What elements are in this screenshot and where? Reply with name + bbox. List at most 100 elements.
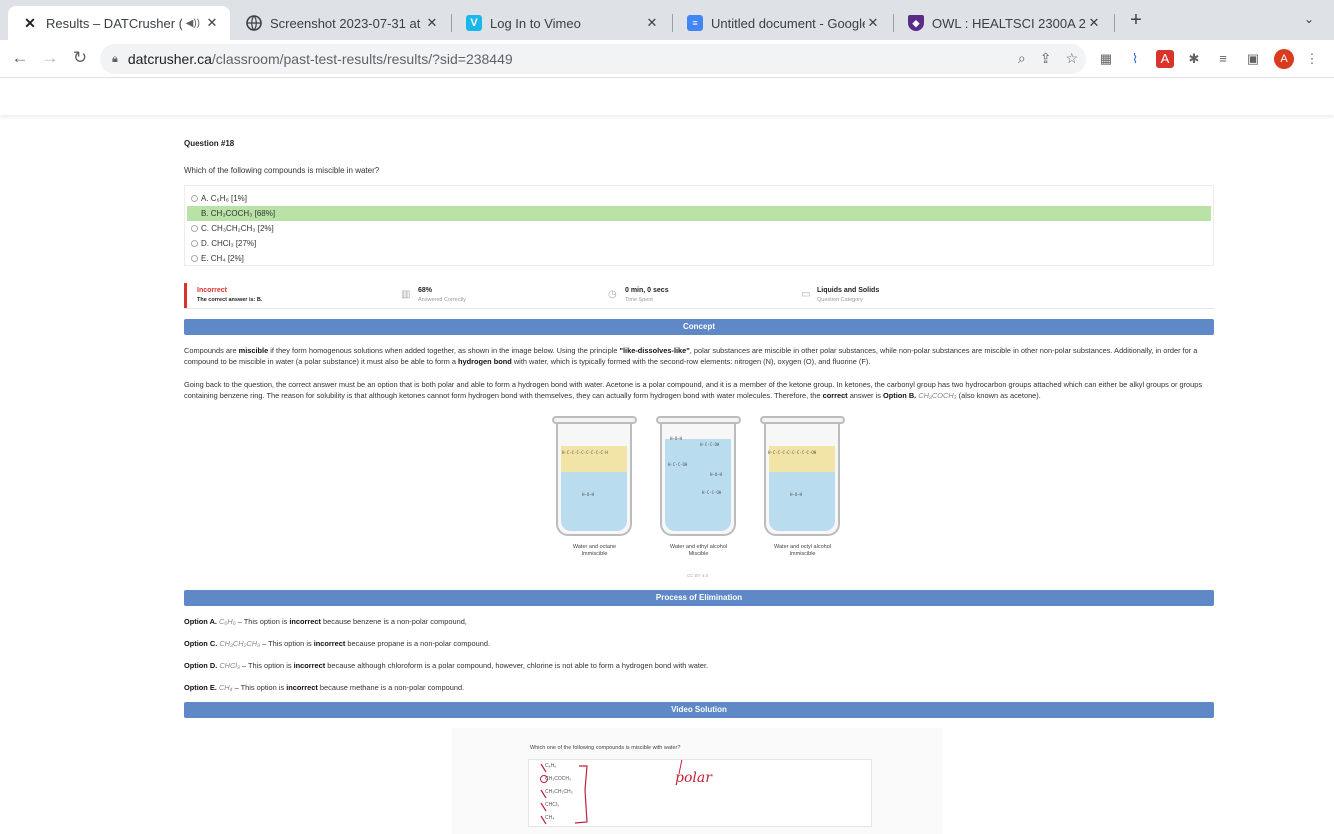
- result-stats: Incorrect The correct answer is: B. ▥ 68…: [184, 283, 1214, 309]
- percent-stat: 68% Answered Correctly: [418, 287, 466, 303]
- question-text: Which of the following compounds is misc…: [184, 166, 380, 175]
- extensions-puzzle-icon[interactable]: ✱: [1185, 50, 1203, 68]
- speaker-icon: ◀)): [185, 17, 200, 29]
- calculator-extension-icon[interactable]: ▦: [1097, 50, 1115, 68]
- tab-title: Log In to Vimeo: [490, 15, 581, 31]
- option-d[interactable]: D. CHCl₃ [27%]: [187, 236, 1211, 251]
- elimination-item: Option A. C₆H₆ – This option is incorrec…: [184, 617, 467, 626]
- close-tab-icon[interactable]: ✕: [644, 15, 660, 31]
- correct-answer-text: The correct answer is: B.: [197, 297, 263, 303]
- water-molecule: H—O—H: [670, 436, 683, 441]
- radio-button[interactable]: [191, 225, 198, 232]
- forward-arrow-icon[interactable]: →: [40, 48, 60, 68]
- tab-vimeo[interactable]: V Log In to Vimeo ✕: [452, 6, 670, 40]
- text-run: (also known as acetone).: [956, 391, 1041, 400]
- question-number: Question #18: [184, 139, 235, 148]
- close-tab-icon[interactable]: ✕: [204, 15, 220, 31]
- incorrect-marker: [184, 283, 187, 308]
- elimination-item: Option C. CH₃CH₂CH₃ – This option is inc…: [184, 639, 490, 648]
- pdf-extension-icon[interactable]: A: [1156, 50, 1174, 68]
- handwritten-note: polar: [675, 770, 712, 786]
- new-tab-icon[interactable]: +: [1124, 9, 1148, 32]
- category-label: Question Category: [817, 297, 863, 303]
- caption-line: Immiscible: [581, 551, 608, 557]
- tab-search-chevron-icon[interactable]: ⌄: [1304, 12, 1314, 26]
- profile-avatar[interactable]: A: [1274, 49, 1294, 69]
- tab-owl[interactable]: ◆ OWL : HEALTSCI 2300A 200 S ✕: [894, 6, 1112, 40]
- tab-datcrusher[interactable]: ✕ Results – DATCrusher (Can ◀)) ✕: [8, 6, 230, 40]
- license-label: CC BY 4.0: [687, 573, 709, 578]
- text-run: because propane is a non-polar compound.: [345, 639, 490, 648]
- url-host: datcrusher.ca: [127, 51, 212, 67]
- text-run: because methane is a non-polar compound.: [317, 683, 465, 692]
- radio-button[interactable]: [191, 195, 198, 202]
- beaker-rim: [552, 416, 637, 424]
- close-tab-icon[interactable]: ✕: [424, 15, 440, 31]
- reload-icon[interactable]: ↻: [70, 48, 90, 68]
- concept-paragraph-2: Going back to the question, the correct …: [184, 379, 1214, 401]
- octanol-molecule: H-C-C-C-C-C-C-C-C-OH: [768, 450, 817, 455]
- time-value: 0 min, 0 secs: [625, 287, 669, 294]
- text-run: if they form homogenous solutions when a…: [268, 346, 620, 355]
- side-panel-icon[interactable]: ▣: [1244, 50, 1262, 68]
- option-e[interactable]: E. CH₄ [2%]: [187, 251, 1211, 266]
- beaker-rim: [656, 416, 741, 424]
- tab-title: Results – DATCrusher (Can: [46, 15, 182, 31]
- text-run: CH₃CH₂CH₃: [219, 639, 261, 648]
- option-a[interactable]: A. C₆H₆ [1%]: [187, 191, 1211, 206]
- caption-line: Water and ethyl alcohol: [669, 544, 728, 550]
- elimination-banner: Process of Elimination: [184, 590, 1214, 606]
- water-layer: [769, 467, 835, 531]
- beaker-caption: Water and ethyl alcohol Miscible: [656, 544, 741, 558]
- text-run: Going back to the question, the correct …: [184, 380, 1203, 400]
- address-bar[interactable]: 🔒︎ datcrusher.ca/classroom/past-test-res…: [100, 44, 1086, 74]
- radio-button[interactable]: [191, 240, 198, 247]
- text-run: – This option is: [260, 639, 314, 648]
- text-run: incorrect: [313, 639, 346, 648]
- concept-paragraph-1: Compounds are miscible if they form homo…: [184, 345, 1214, 367]
- radio-button[interactable]: [191, 255, 198, 262]
- close-tab-icon[interactable]: ✕: [865, 15, 881, 31]
- beaker-glass: H-C-C-C-C-C-C-C-C-OH H—O—H: [764, 420, 840, 536]
- google-docs-icon: ≡: [687, 15, 703, 31]
- text-run: CHCl₃: [219, 661, 240, 670]
- octane-molecule: H-C-C-C-C-C-C-C-C-H: [562, 450, 608, 455]
- share-icon[interactable]: ⇪: [1040, 50, 1052, 67]
- text-run: correct: [822, 391, 848, 400]
- video-player[interactable]: Which one of the following compounds is …: [452, 728, 942, 834]
- tab-google-docs[interactable]: ≡ Untitled document - Google Do ✕: [673, 6, 891, 40]
- calendar-icon: ▭: [801, 289, 811, 300]
- percent-label: Answered Correctly: [418, 297, 466, 303]
- text-run: answer is: [847, 391, 883, 400]
- option-b[interactable]: B. CH₃COCH₃ [68%]: [187, 206, 1211, 221]
- globe-icon: [246, 15, 262, 31]
- text-run: "like-dissolves-like": [619, 346, 690, 355]
- tab-title: Screenshot 2023-07-31 at 5.0: [270, 15, 424, 31]
- text-run: CH₃COCH₃: [916, 391, 957, 400]
- zoom-icon[interactable]: ⌕: [1018, 50, 1026, 67]
- text-run: – This option is: [239, 661, 294, 670]
- option-label: A. C₆H₆ [1%]: [201, 194, 248, 203]
- waveform-extension-icon[interactable]: ⌇: [1126, 50, 1144, 68]
- tab-strip: ✕ Results – DATCrusher (Can ◀)) ✕ Screen…: [0, 0, 1334, 40]
- back-arrow-icon[interactable]: ←: [10, 48, 30, 68]
- water-molecule: H—O—H: [710, 472, 723, 477]
- url-path: /classroom/past-test-results/results/?si…: [211, 51, 513, 67]
- tab-screenshot[interactable]: Screenshot 2023-07-31 at 5.0 ✕: [232, 6, 450, 40]
- result-status: Incorrect: [197, 287, 227, 294]
- video-solution-banner: Video Solution: [184, 702, 1214, 718]
- text-run: because benzene is a non-polar compound,: [321, 617, 467, 626]
- water-layer: [665, 439, 731, 531]
- option-label: D. CHCl₃ [27%]: [201, 239, 257, 248]
- more-menu-icon[interactable]: ⋮: [1303, 50, 1321, 68]
- bookmark-star-icon[interactable]: ☆: [1065, 50, 1078, 67]
- option-c[interactable]: C. CH₃CH₂CH₃ [2%]: [187, 221, 1211, 236]
- media-queue-icon[interactable]: ≡: [1214, 50, 1232, 68]
- elimination-item: Option E. CH₄ – This option is incorrect…: [184, 683, 464, 692]
- lock-icon[interactable]: 🔒︎: [112, 53, 118, 66]
- text-run: Option E.: [184, 683, 217, 692]
- text-run: incorrect: [286, 683, 318, 692]
- miscibility-illustration: H-C-C-C-C-C-C-C-C-H H—O—H Water and octa…: [552, 416, 847, 566]
- close-tab-icon[interactable]: ✕: [1086, 15, 1102, 31]
- ethanol-molecule: H-C-C-OH: [668, 462, 688, 467]
